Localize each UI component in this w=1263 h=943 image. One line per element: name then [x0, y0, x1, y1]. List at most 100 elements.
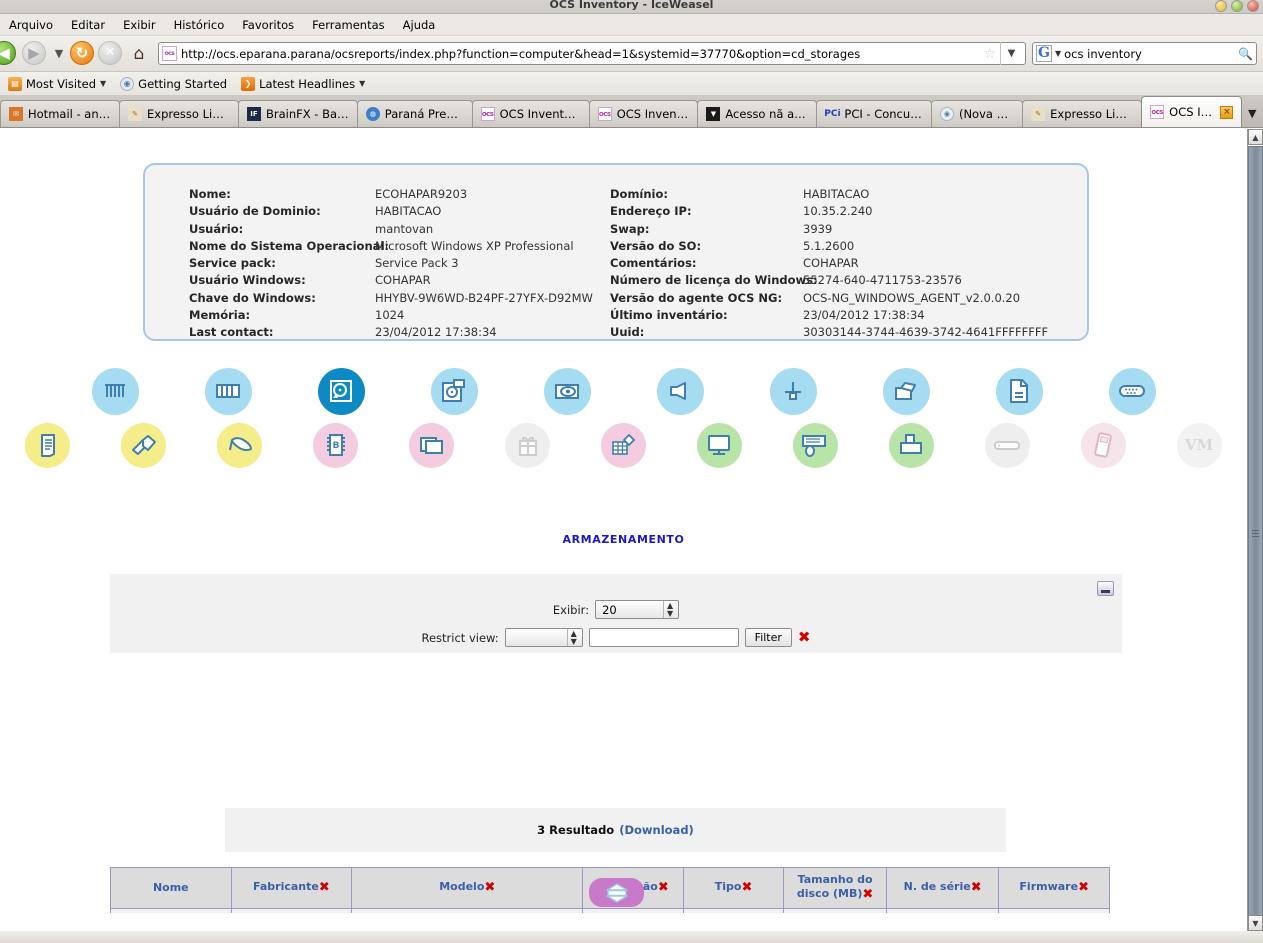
column-header-numero-serie[interactable]: N. de série✖ — [885, 867, 1000, 909]
nav-item-tools[interactable] — [192, 419, 288, 471]
tab-parana-previdencia[interactable]: ◍ Paraná Previd... — [356, 100, 473, 127]
sound-icon[interactable] — [656, 367, 704, 415]
modem-icon[interactable] — [882, 367, 930, 415]
slots-icon[interactable] — [1108, 367, 1156, 415]
filter-button[interactable]: Filter — [744, 628, 792, 647]
nav-item-processor[interactable] — [59, 363, 172, 419]
storage-icon[interactable] — [317, 367, 365, 415]
minimize-panel-icon[interactable] — [1097, 581, 1114, 596]
column-header-tamanho-disco[interactable]: Tamanho do disco (MB)✖ — [783, 867, 887, 909]
home-button[interactable]: ⌂ — [126, 41, 152, 67]
files-icon[interactable] — [409, 422, 455, 468]
red-x-icon[interactable]: ✖ — [798, 630, 811, 645]
software-icon[interactable] — [121, 422, 167, 468]
processor-icon[interactable] — [91, 367, 139, 415]
mobile-icon[interactable] — [1080, 422, 1126, 468]
restrict-view-select[interactable]: ▲ ▼ — [504, 628, 583, 647]
memory-icon[interactable] — [204, 367, 252, 415]
tab-hotmail[interactable]: ✉ Hotmail - andb... — [0, 100, 120, 127]
nav-item-drives[interactable] — [398, 363, 511, 419]
display-count-select[interactable]: 20 ▲ ▼ — [595, 600, 680, 619]
menu-item-ferramentas[interactable]: Ferramentas — [303, 16, 393, 34]
column-header-firmware[interactable]: Firmware✖ — [998, 867, 1110, 909]
minimize-button[interactable] — [1215, 0, 1227, 12]
chevron-down-icon[interactable]: ▼ — [50, 47, 68, 60]
device-icon[interactable] — [984, 422, 1030, 468]
tab-ocs-inv-active[interactable]: ocs OCS Inv... × — [1141, 96, 1243, 127]
input-icon[interactable] — [792, 422, 838, 468]
nav-item-bios[interactable] — [0, 419, 96, 471]
tab-list-button[interactable]: ▼ — [1241, 100, 1263, 127]
back-button[interactable]: ◀ — [0, 40, 20, 67]
url-text[interactable]: http://ocs.eparana.parana/ocsreports/ind… — [181, 47, 979, 61]
remove-column-icon[interactable]: ✖ — [658, 880, 669, 895]
star-icon[interactable]: ☆ — [983, 46, 996, 62]
tab-acesso-nao-autorizado[interactable]: ▼ Acesso nã auto... — [697, 100, 818, 127]
drives-icon[interactable] — [430, 367, 478, 415]
remove-column-icon[interactable]: ✖ — [742, 880, 753, 895]
google-icon[interactable]: G — [1036, 45, 1052, 62]
nav-item-sound[interactable] — [624, 363, 737, 419]
column-header-nome[interactable]: Nome — [110, 867, 232, 909]
vertical-scrollbar[interactable]: ▲ ▼ — [1247, 129, 1263, 943]
url-bar[interactable]: ocs http://ocs.eparana.parana/ocsreports… — [158, 42, 1026, 65]
nav-item-vm[interactable]: VM — [1151, 419, 1247, 471]
remove-column-icon[interactable]: ✖ — [1078, 880, 1089, 895]
spinner-icon[interactable]: ▲ ▼ — [566, 629, 580, 646]
remove-column-icon[interactable]: ✖ — [319, 880, 330, 895]
magnifier-icon[interactable]: 🔍 — [1238, 47, 1253, 61]
close-icon[interactable]: × — [1220, 105, 1234, 119]
reload-button[interactable]: ↻ — [70, 40, 96, 67]
scroll-up-icon[interactable]: ▲ — [1248, 129, 1263, 145]
network-icon[interactable] — [769, 367, 817, 415]
scrollbar-track[interactable] — [1248, 145, 1263, 921]
column-header-modelo[interactable]: Modelo✖ — [351, 867, 584, 909]
nav-item-storage[interactable] — [285, 363, 398, 419]
column-header-tipo[interactable]: Tipo✖ — [682, 867, 785, 909]
scrollbar-thumb[interactable] — [1248, 146, 1263, 921]
vm-icon[interactable]: VM — [1176, 422, 1222, 468]
spinner-icon[interactable]: ▲ ▼ — [663, 601, 676, 618]
nav-item-network[interactable] — [737, 363, 850, 419]
search-engine-chevron-icon[interactable]: ▼ — [1055, 49, 1061, 58]
nav-item-modem[interactable] — [850, 363, 963, 419]
nav-item-ports[interactable] — [963, 363, 1076, 419]
restrict-view-input[interactable] — [588, 628, 739, 647]
tab-pci-concursos[interactable]: PCi PCI - Concursos — [816, 100, 932, 127]
nav-item-mobile[interactable] — [1055, 419, 1151, 471]
bookmark-most-visited[interactable]: ▤ Most Visited ▼ — [2, 75, 112, 93]
download-link[interactable]: (Download) — [619, 823, 694, 837]
nav-item-memory[interactable] — [172, 363, 285, 419]
nav-item-video[interactable] — [511, 363, 624, 419]
bios-icon[interactable] — [25, 422, 71, 468]
forward-button[interactable]: ▶ — [22, 40, 48, 67]
maximize-button[interactable] — [1231, 0, 1243, 12]
nav-item-blocks[interactable] — [576, 419, 672, 471]
remove-column-icon[interactable]: ✖ — [862, 887, 873, 902]
nav-item-software[interactable] — [96, 419, 192, 471]
nav-item-device[interactable] — [959, 419, 1055, 471]
tab-expresso-livre-2[interactable]: ✎ Expresso Livre... — [1022, 100, 1143, 127]
stop-button[interactable]: ✕ — [98, 40, 124, 67]
search-input[interactable]: ocs inventory — [1064, 47, 1235, 61]
close-button[interactable] — [1247, 0, 1259, 12]
nav-item-files[interactable] — [384, 419, 480, 471]
menu-item-editar[interactable]: Editar — [62, 16, 114, 34]
tab-ocs-inventory-2[interactable]: ocs OCS Inventory — [588, 100, 699, 127]
tab-ocs-inventory-1[interactable]: ocs OCS Inventory... — [471, 100, 590, 127]
gift-icon[interactable] — [505, 422, 551, 468]
nav-item-registry[interactable]: B — [288, 419, 384, 471]
tab-expresso-livre-1[interactable]: ✎ Expresso Livre... — [119, 100, 239, 127]
remove-column-icon[interactable]: ✖ — [484, 880, 495, 895]
nav-item-slots[interactable] — [1076, 363, 1189, 419]
registry-icon[interactable]: B — [313, 422, 359, 468]
url-dropdown-icon[interactable]: ▼ — [1000, 42, 1022, 65]
menu-item-historico[interactable]: Histórico — [165, 16, 234, 34]
menu-item-favoritos[interactable]: Favoritos — [233, 16, 303, 34]
blocks-icon[interactable] — [600, 422, 646, 468]
monitor-icon[interactable] — [696, 422, 742, 468]
tab-nova-aba[interactable]: ◉ (Nova aba) — [930, 100, 1024, 127]
bookmark-latest-headlines[interactable]: ❯ Latest Headlines ▼ — [235, 75, 371, 93]
menu-item-exibir[interactable]: Exibir — [114, 16, 165, 34]
bookmark-getting-started[interactable]: ◉ Getting Started — [114, 75, 233, 93]
